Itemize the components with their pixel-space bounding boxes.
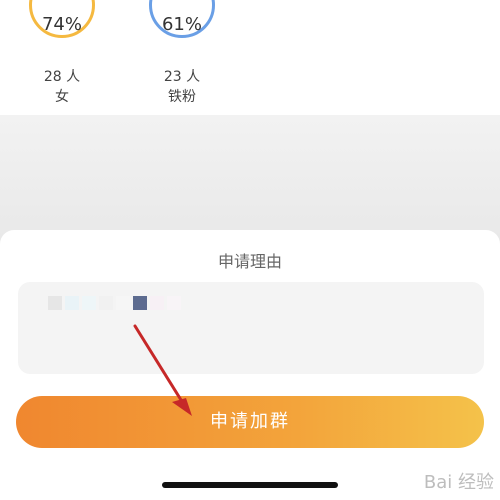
stats-panel: 74% 28 人 女 61% 23 人 铁粉: [0, 0, 500, 115]
stat-count: 23 人: [163, 69, 201, 85]
stat-count: 28 人: [43, 69, 81, 85]
apply-sheet: 申请理由 申请加群: [0, 230, 500, 500]
watermark: Bai 经验: [423, 472, 494, 493]
stat-percent: 61%: [161, 14, 202, 35]
sheet-title: 申请理由: [217, 252, 282, 271]
stat-label: 铁粉: [168, 89, 196, 105]
home-indicator: [162, 482, 338, 488]
stat-label: 女: [55, 89, 69, 105]
redacted-text: [48, 296, 208, 312]
reason-input[interactable]: [18, 282, 484, 374]
apply-join-group-button[interactable]: 申请加群: [16, 396, 484, 448]
stat-percent: 74%: [41, 14, 82, 35]
